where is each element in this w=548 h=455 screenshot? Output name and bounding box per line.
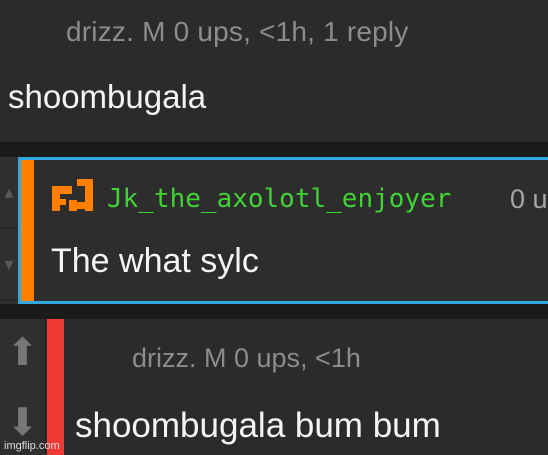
upvote-count: 0 u xyxy=(510,184,548,214)
arrow-down-icon: ⬇ xyxy=(6,402,39,444)
comment-meta[interactable]: drizz. M 0 ups, <1h, 1 reply xyxy=(66,16,409,48)
comment-thread: drizz. M 0 ups, <1h, 1 reply shoombugala… xyxy=(0,0,548,455)
avatar-pixel-icon xyxy=(52,179,93,211)
upvote-button[interactable]: ▴ xyxy=(0,157,18,228)
watermark: imgflip.com xyxy=(4,440,60,452)
downvote-button[interactable]: ▾ xyxy=(0,229,18,300)
divider xyxy=(0,146,548,147)
vote-column: ⬆ ⬇ xyxy=(0,319,46,455)
comment-accent-bar xyxy=(47,319,64,455)
comment-drizz-2: ⬆ ⬇ drizz. M 0 ups, <1h shoombugala bum … xyxy=(0,319,548,455)
comment-meta[interactable]: drizz. M 0 ups, <1h xyxy=(132,343,361,374)
comment-drizz-1: drizz. M 0 ups, <1h, 1 reply shoombugala xyxy=(0,0,548,144)
comment-accent-bar xyxy=(21,160,34,301)
comment-body: shoombugala bum bum xyxy=(75,406,441,445)
comment-body: shoombugala xyxy=(8,78,207,115)
arrow-up-icon: ⬆ xyxy=(6,332,39,374)
arrow-up-icon: ▴ xyxy=(4,182,14,202)
divider xyxy=(0,306,548,307)
highlighted-comment-panel: Jk_the_axolotl_enjoyer 0 u The what sylc xyxy=(18,157,548,304)
vote-column: ▴ ▾ xyxy=(0,157,19,304)
avatar-icon[interactable] xyxy=(46,175,102,225)
comment-username[interactable]: Jk_the_axolotl_enjoyer xyxy=(107,184,451,214)
comment-reply-highlighted: ▴ ▾ Jk_the_axolotl_enjoyer 0 u The what … xyxy=(0,157,548,304)
upvote-button[interactable]: ⬆ xyxy=(0,319,45,387)
arrow-down-icon: ▾ xyxy=(4,254,14,274)
comment-body: The what sylc xyxy=(51,242,259,280)
